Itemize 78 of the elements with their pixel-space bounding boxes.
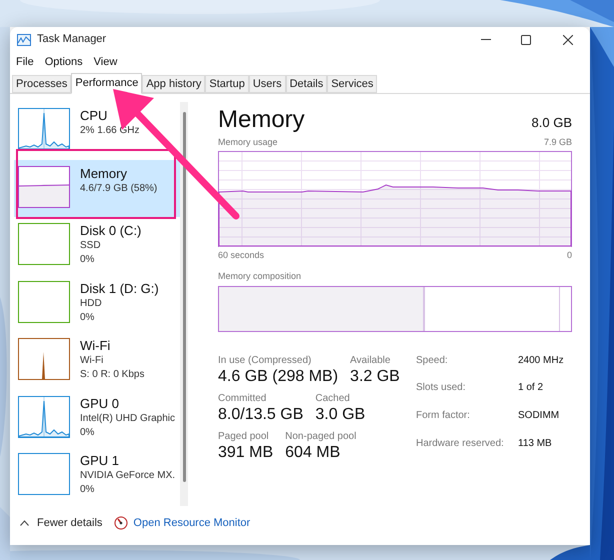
stat-label: Paged pool <box>218 430 270 442</box>
open-resource-monitor-link[interactable]: Open Resource Monitor <box>133 514 250 532</box>
stat-label: Available <box>350 354 392 366</box>
stat-value: 391 MB <box>218 442 274 462</box>
device-name: Disk 1 (D: G:) <box>80 280 159 297</box>
device-detail: Wi-Fi <box>80 354 104 368</box>
spec-value: 113 MB <box>518 436 553 451</box>
fewer-details-button[interactable]: Fewer details <box>37 514 102 532</box>
stat-value: 3.2 GB <box>350 366 400 386</box>
device-name: GPU 1 <box>80 453 120 470</box>
chart-label: Memory usage <box>218 136 278 149</box>
device-detail: NVIDIA GeForce MX. <box>80 469 176 484</box>
maximize-icon <box>521 34 531 44</box>
usage-graph <box>18 223 70 266</box>
spec-value: 2400 MHz <box>518 354 564 368</box>
tab[interactable]: Startup <box>205 75 249 93</box>
tab[interactable]: Users <box>248 75 286 93</box>
scrollbar[interactable] <box>180 102 188 506</box>
chart-max: 7.9 GB <box>544 136 572 149</box>
menu-item[interactable]: View <box>94 54 118 70</box>
device-detail: 4.6/7.9 GB (58%) <box>80 182 158 196</box>
sidebar-item[interactable]: GPU 1 NVIDIA GeForce MX. 0% <box>14 447 180 506</box>
usage-graph <box>18 280 70 323</box>
menu-item[interactable]: Options <box>44 54 83 70</box>
device-detail: SSD <box>80 239 102 254</box>
window-title: Task Manager <box>37 32 106 48</box>
device-detail: 0% <box>80 253 96 268</box>
sidebar-item[interactable]: Disk 0 (C:) SSD 0% <box>14 217 180 275</box>
tab[interactable]: Services <box>327 75 378 93</box>
device-detail: 0% <box>80 310 96 325</box>
spec-value: SODIMM <box>518 409 560 423</box>
stat-value: 4.6 GB (298 MB) <box>218 366 338 386</box>
stat-value: 604 MB <box>285 442 342 462</box>
usage-graph <box>18 108 70 150</box>
device-detail: HDD <box>80 296 103 311</box>
tab[interactable]: Details <box>286 75 328 93</box>
tab[interactable]: App history <box>142 75 206 93</box>
usage-graph <box>18 396 70 438</box>
device-name: GPU 0 <box>80 396 120 412</box>
stat-value: 8.0/13.5 GB <box>218 404 304 424</box>
usage-graph <box>18 338 70 380</box>
usage-graph <box>18 166 70 208</box>
spec-label: Hardware reserved: <box>416 436 505 451</box>
caret-up-icon <box>20 520 29 526</box>
total-memory: 8.0 GB <box>532 114 572 132</box>
stat-label: In use (Compressed) <box>218 354 312 366</box>
device-name: CPU <box>80 108 108 124</box>
sidebar-item[interactable]: Disk 1 (D: G:) HDD 0% <box>14 274 180 332</box>
stat-value: 3.0 GB <box>315 404 366 424</box>
chart-label: Memory composition <box>218 270 302 283</box>
tab[interactable]: Performance <box>71 73 142 94</box>
device-detail: S: 0 R: 0 Kbps <box>80 368 144 382</box>
app-icon <box>17 34 31 46</box>
device-name: Memory <box>80 166 128 182</box>
usage-graph <box>18 453 70 496</box>
minimize-icon <box>481 39 491 40</box>
spec-value: 1 of 2 <box>518 381 544 396</box>
axis-label: 0 <box>566 248 572 262</box>
sidebar-item[interactable]: GPU 0 Intel(R) UHD Graphic 0% <box>14 390 180 448</box>
stat-label: Non-paged pool <box>285 430 356 442</box>
spec-label: Form factor: <box>416 409 471 423</box>
device-detail: 0% <box>80 426 96 440</box>
stat-label: Cached <box>315 392 351 404</box>
device-name: Disk 0 (C:) <box>80 223 142 240</box>
close-icon <box>563 34 573 44</box>
tab[interactable]: Processes <box>12 75 72 93</box>
sidebar-item[interactable]: Memory 4.6/7.9 GB (58%) <box>14 160 180 218</box>
device-name: Wi-Fi <box>80 338 112 354</box>
stat-label: Committed <box>218 392 268 404</box>
device-detail: 0% <box>80 483 96 498</box>
panel-title: Memory <box>218 106 305 134</box>
spec-label: Speed: <box>416 354 449 368</box>
menu-item[interactable]: File <box>16 54 34 70</box>
axis-label: 60 seconds <box>218 248 264 262</box>
spec-label: Slots used: <box>416 381 466 396</box>
device-detail: Intel(R) UHD Graphic <box>80 412 176 426</box>
gauge-icon <box>114 516 128 530</box>
sidebar-item[interactable]: Wi-Fi Wi-Fi S: 0 R: 0 Kbps <box>14 332 180 390</box>
